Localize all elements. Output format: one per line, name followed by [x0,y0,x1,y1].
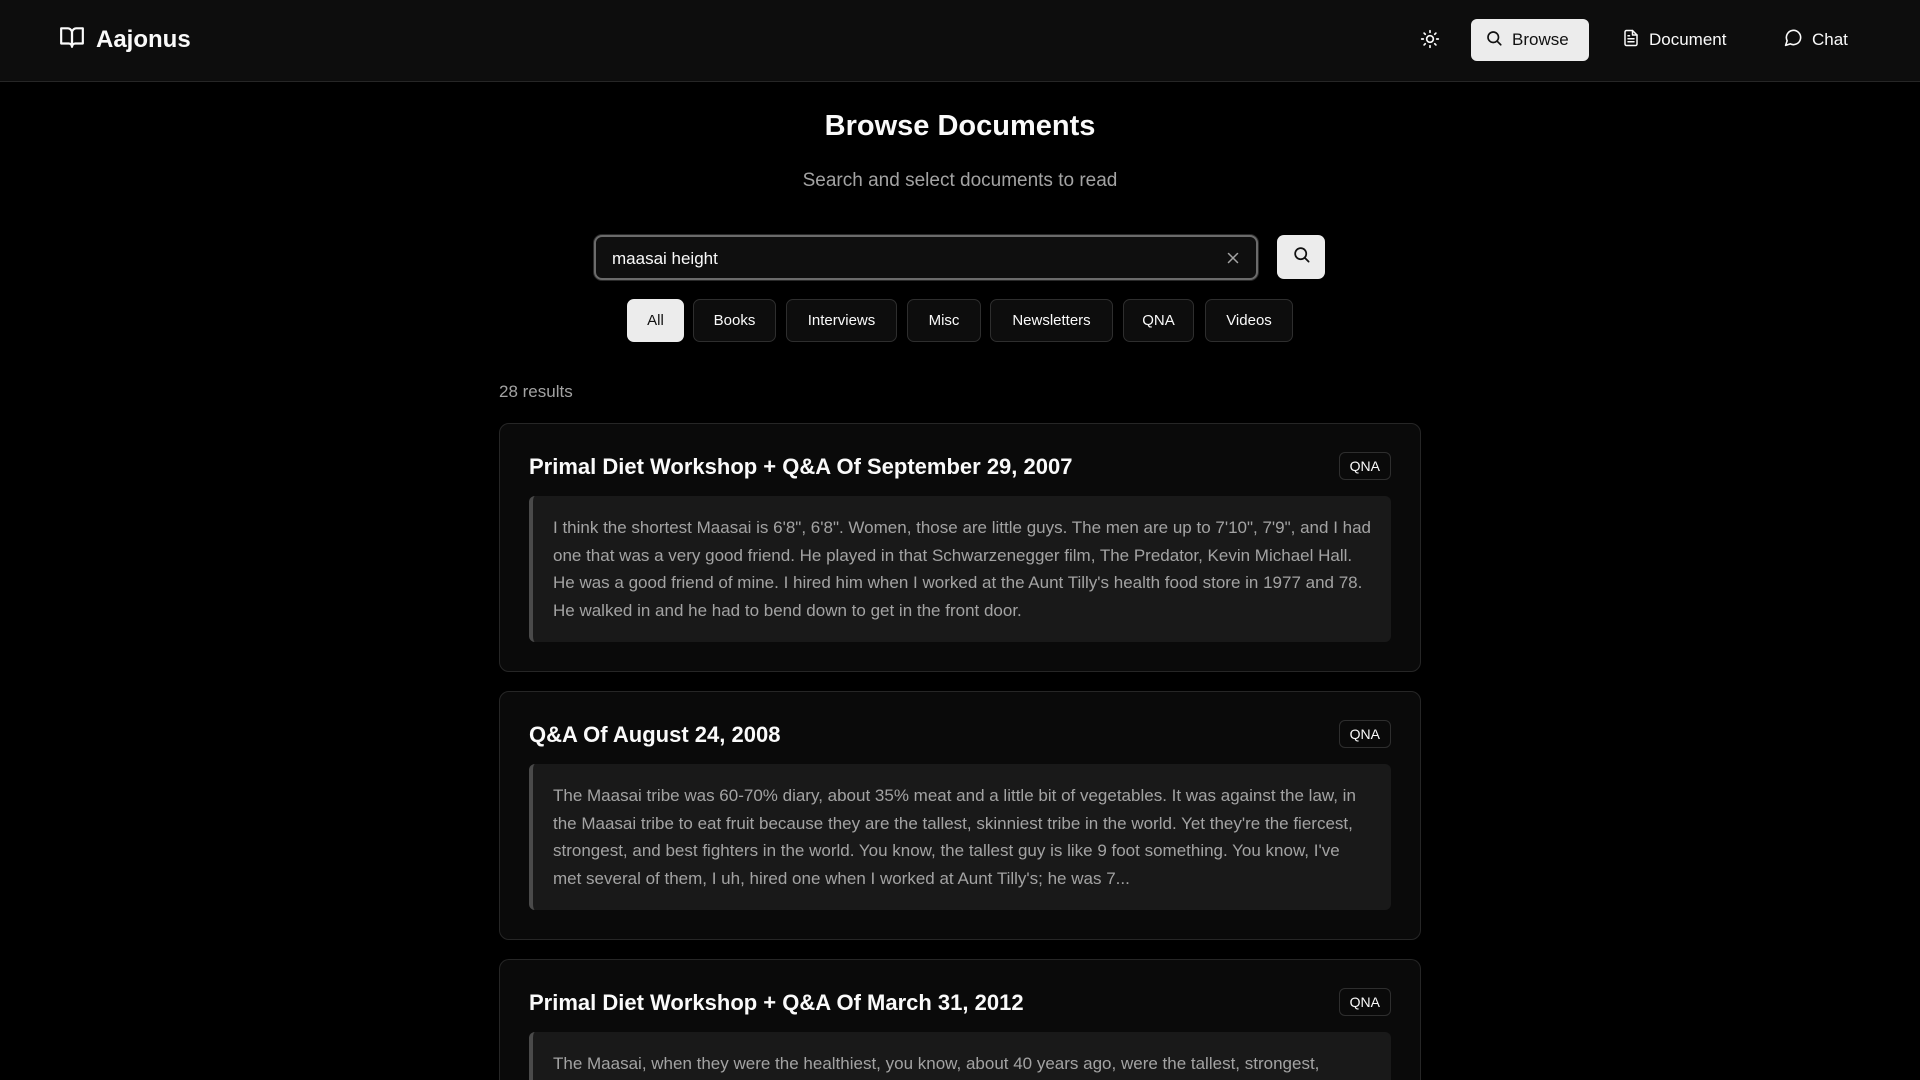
filter-misc[interactable]: Misc [907,299,981,342]
category-badge: QNA [1338,720,1391,748]
chat-bubble-icon [1784,28,1803,52]
result-card[interactable]: Q&A Of August 24, 2008 QNA The Maasai tr… [499,691,1421,940]
result-card[interactable]: Primal Diet Workshop + Q&A Of March 31, … [499,959,1421,1080]
search-submit-button[interactable] [1277,235,1325,279]
category-badge: QNA [1338,988,1391,1016]
search-box [594,235,1258,280]
page-title: Browse Documents [824,110,1096,142]
result-excerpt: The Maasai tribe was 60-70% diary, about… [529,764,1391,910]
nav-chat-button[interactable]: Chat [1770,19,1874,61]
result-excerpt: The Maasai, when they were the healthies… [529,1032,1391,1080]
app-logo[interactable]: Aajonus [58,24,191,55]
sun-icon [1420,29,1440,54]
app-name: Aajonus [96,25,191,53]
nav-browse-label: Browse [1512,30,1569,49]
search-input[interactable] [610,237,1204,280]
clear-search-icon[interactable] [1224,249,1242,267]
document-icon [1622,29,1640,52]
filter-qna[interactable]: QNA [1123,299,1194,342]
category-badge: QNA [1338,452,1391,480]
search-icon [1485,29,1503,52]
nav-browse-button[interactable]: Browse [1471,19,1589,61]
nav-chat-label: Chat [1812,30,1848,49]
filter-videos[interactable]: Videos [1205,299,1293,342]
open-book-icon [58,24,86,55]
nav-document-label: Document [1649,30,1727,49]
result-title[interactable]: Q&A Of August 24, 2008 [529,722,780,748]
result-card[interactable]: Primal Diet Workshop + Q&A Of September … [499,423,1421,672]
filter-books[interactable]: Books [693,299,776,342]
result-title[interactable]: Primal Diet Workshop + Q&A Of March 31, … [529,990,1024,1016]
result-title[interactable]: Primal Diet Workshop + Q&A Of September … [529,454,1072,480]
theme-toggle-button[interactable] [1415,28,1445,54]
filter-newsletters[interactable]: Newsletters [990,299,1113,342]
filter-interviews[interactable]: Interviews [786,299,897,342]
top-nav-bar: Aajonus Browse Document Chat [0,0,1920,82]
nav-document-button[interactable]: Document [1608,19,1748,61]
search-icon [1292,245,1311,269]
filter-all[interactable]: All [627,299,684,342]
result-excerpt: I think the shortest Maasai is 6'8", 6'8… [529,496,1391,642]
category-filter-bar: All Books Interviews Misc Newsletters QN… [0,299,1920,342]
results-count: 28 results [499,382,573,401]
page-subtitle: Search and select documents to read [802,170,1118,191]
